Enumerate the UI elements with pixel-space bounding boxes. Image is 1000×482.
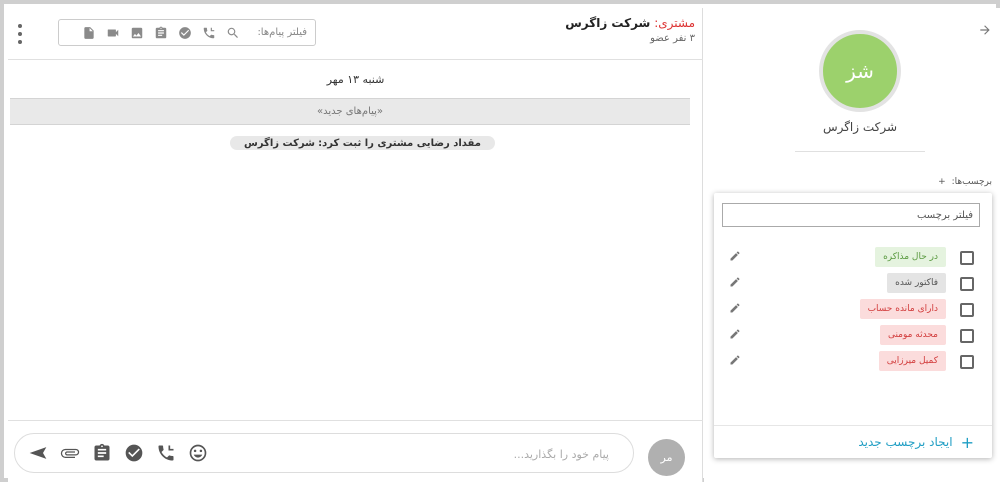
more-vertical-icon[interactable] xyxy=(16,24,24,44)
message-input[interactable] xyxy=(409,446,609,462)
chat-title-block: مشتری: شرکت زاگرس ۳ نفر عضو xyxy=(565,16,695,44)
tag-chip: محدثه مومنی xyxy=(879,325,946,345)
pencil-icon[interactable] xyxy=(729,250,743,264)
filter-placeholder: فیلتر پیام‌ها: xyxy=(257,27,307,38)
tag-checkbox[interactable] xyxy=(960,277,974,291)
message-composer: مر xyxy=(8,420,703,482)
tag-chip: کمیل میرزایی xyxy=(878,351,946,371)
tag-chip: دارای مانده حساب xyxy=(859,299,946,319)
tag-chip: در حال مذاکره xyxy=(875,247,946,267)
chat-title-name: شرکت زاگرس xyxy=(565,16,651,30)
company-avatar: شز xyxy=(819,30,901,112)
image-icon[interactable] xyxy=(129,25,145,41)
chat-title-prefix: مشتری: xyxy=(654,16,695,30)
tag-checkbox[interactable] xyxy=(960,251,974,265)
tag-row[interactable]: کمیل میرزایی xyxy=(714,350,992,376)
create-tag-button[interactable]: ایجاد برچسب جدید + xyxy=(714,425,992,458)
app-container: فیلتر پیام‌ها: xyxy=(8,8,1000,482)
date-separator: شنبه ۱۳ مهر xyxy=(326,72,385,86)
search-icon[interactable] xyxy=(225,25,241,41)
document-icon[interactable] xyxy=(81,25,97,41)
call-icon[interactable] xyxy=(201,25,217,41)
window-frame: فیلتر پیام‌ها: xyxy=(0,0,1000,482)
compose-box xyxy=(14,433,634,473)
compose-toolbar xyxy=(27,442,219,464)
chat-panel: فیلتر پیام‌ها: xyxy=(8,8,703,482)
tag-checkbox[interactable] xyxy=(960,303,974,317)
send-icon[interactable] xyxy=(27,442,49,464)
tag-chip: فاکتور شده xyxy=(887,273,946,293)
message-filter-bar[interactable]: فیلتر پیام‌ها: xyxy=(58,19,316,46)
system-message: مقداد رضایی مشتری را ثبت کرد: شرکت زاگرس xyxy=(230,136,495,150)
tags-label: برچسب‌ها: + xyxy=(938,177,992,187)
chat-title[interactable]: مشتری: شرکت زاگرس xyxy=(565,16,695,30)
create-tag-label: ایجاد برچسب جدید xyxy=(858,435,953,449)
pencil-icon[interactable] xyxy=(729,276,743,290)
emoji-icon[interactable] xyxy=(187,442,209,464)
company-name: شرکت زاگرس xyxy=(822,120,898,134)
tag-dropdown: در حال مذاکره فاکتور شده دارای مانده حسا… xyxy=(714,193,992,458)
tags-label-text: برچسب‌ها: xyxy=(951,177,992,187)
clipboard-icon[interactable] xyxy=(91,442,113,464)
info-panel: شز شرکت زاگرس برچسب‌ها: + در حال مذاکره … xyxy=(704,8,1000,482)
tag-row[interactable]: فاکتور شده xyxy=(714,272,992,298)
clipboard-icon[interactable] xyxy=(153,25,169,41)
divider xyxy=(795,151,925,152)
pencil-icon[interactable] xyxy=(729,302,743,316)
video-icon[interactable] xyxy=(105,25,121,41)
pencil-icon[interactable] xyxy=(729,328,743,342)
new-messages-divider: «پیام‌های جدید» xyxy=(10,98,690,125)
tag-row[interactable]: دارای مانده حساب xyxy=(714,298,992,324)
add-tag-button[interactable]: + xyxy=(938,177,946,187)
attachment-icon[interactable] xyxy=(59,442,81,464)
tag-row[interactable]: در حال مذاکره xyxy=(714,246,992,272)
check-circle-icon[interactable] xyxy=(123,442,145,464)
member-count: ۳ نفر عضو xyxy=(650,33,695,44)
avatar[interactable]: مر xyxy=(648,439,685,476)
tag-checkbox[interactable] xyxy=(960,329,974,343)
pencil-icon[interactable] xyxy=(729,354,743,368)
chat-header: فیلتر پیام‌ها: xyxy=(8,8,703,60)
tag-filter-input[interactable] xyxy=(722,203,980,227)
system-message-subject: شرکت زاگرس xyxy=(244,137,315,149)
tag-checkbox[interactable] xyxy=(960,355,974,369)
system-message-action: مقداد رضایی مشتری را ثبت کرد: xyxy=(318,137,481,149)
call-icon[interactable] xyxy=(155,442,177,464)
plus-icon: + xyxy=(960,432,974,452)
tag-row[interactable]: محدثه مومنی xyxy=(714,324,992,350)
arrow-right-icon[interactable] xyxy=(978,23,994,39)
check-circle-icon[interactable] xyxy=(177,25,193,41)
